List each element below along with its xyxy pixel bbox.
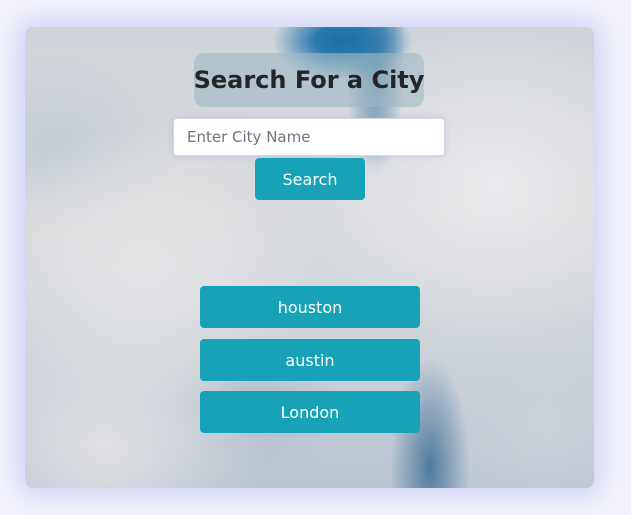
saved-city-button-london[interactable]: London [200, 391, 420, 433]
search-button[interactable]: Search [255, 158, 365, 200]
saved-city-button-austin[interactable]: austin [200, 339, 420, 381]
title-box: Search For a City [194, 53, 424, 107]
city-search-card: Search For a City Search houston austin … [25, 27, 594, 488]
saved-city-button-houston[interactable]: houston [200, 286, 420, 328]
page-title: Search For a City [193, 66, 425, 94]
city-name-input[interactable] [173, 118, 445, 156]
